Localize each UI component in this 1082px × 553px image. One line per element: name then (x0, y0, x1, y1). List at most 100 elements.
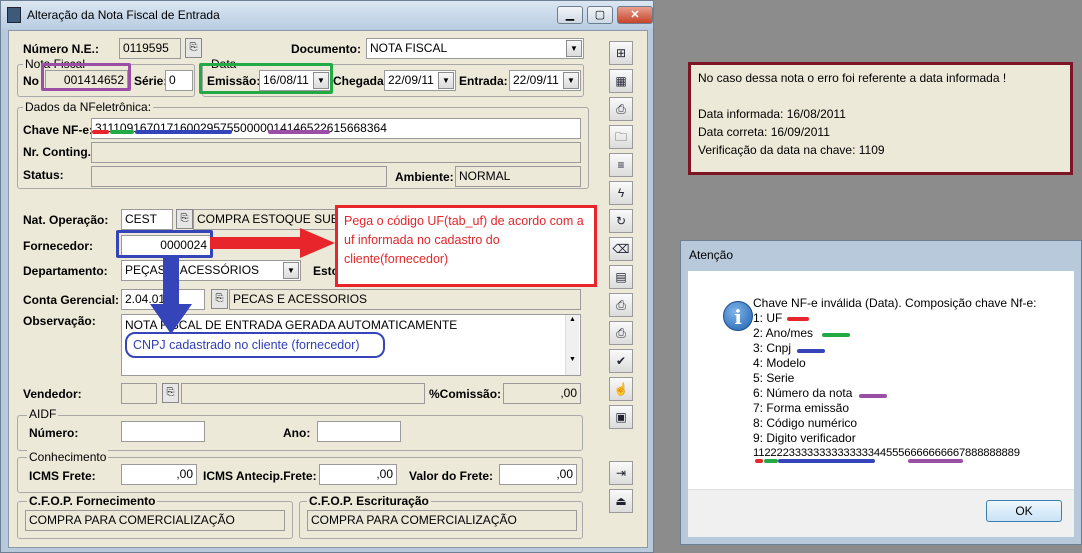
observacao-label: Observação: (23, 314, 96, 328)
print-icon[interactable]: ⎙ (609, 293, 633, 317)
entrada-field[interactable]: 22/09/11 ▼ (509, 70, 581, 91)
note-line-3: Data correta: 16/09/2011 (698, 125, 830, 139)
serie-label: Série: (134, 74, 168, 88)
icms-frete-field[interactable]: ,00 (121, 464, 197, 485)
chevron-down-icon[interactable]: ▼ (563, 72, 579, 89)
cnpj-marker (797, 349, 825, 353)
insert-row-icon[interactable]: ⊞ (609, 41, 633, 65)
valor-frete-field[interactable]: ,00 (499, 464, 577, 485)
chave-nfe-field[interactable]: 3111091670171600295755000001414652261566… (91, 118, 581, 139)
code-cnpj-marker (778, 459, 875, 463)
note-line-2: Data informada: 16/08/2011 (698, 107, 846, 121)
documento-select[interactable]: NOTA FISCAL ▼ (366, 38, 584, 59)
nfe-group-title: Dados da NFeletrônica: (23, 100, 154, 114)
documento-value: NOTA FISCAL (370, 41, 448, 55)
lookup-icon[interactable]: ⎘ (211, 289, 228, 309)
chevron-down-icon[interactable]: ▼ (566, 40, 582, 57)
chevron-down-icon[interactable]: ▼ (438, 72, 454, 89)
calculator-icon[interactable]: ▣ (609, 405, 633, 429)
chegada-label: Chegada: (333, 74, 388, 88)
down-arrow-icon (150, 256, 192, 334)
entrada-value: 22/09/11 (513, 73, 559, 87)
exit-icon[interactable]: ⏏ (609, 489, 633, 513)
code-anomes-marker (764, 459, 778, 463)
chevron-down-icon[interactable]: ▼ (283, 262, 299, 279)
valor-frete-label: Valor do Frete: (409, 469, 494, 483)
cnpj-underline (135, 130, 232, 134)
serie-field[interactable]: 0 (165, 70, 193, 91)
minimize-button[interactable]: ▁ (557, 6, 583, 24)
contingencia-label: Nr. Conting.: (23, 145, 95, 159)
aidf-ano-field[interactable] (317, 421, 401, 442)
annotation-data-box (199, 63, 333, 94)
vendedor-label: Vendedor: (23, 387, 82, 401)
dialog-message-text: Chave NF-e inválida (Data). Composição c… (753, 296, 1037, 310)
refresh-icon[interactable]: ↻ (609, 209, 633, 233)
fornecedor-label: Fornecedor: (23, 239, 94, 253)
entrada-label: Entrada: (459, 74, 508, 88)
dialog-item-4: 4: Modelo (753, 356, 806, 370)
lookup-icon[interactable]: ⎘ (162, 383, 179, 403)
print-alt-icon[interactable]: ⎙ (609, 321, 633, 345)
document-icon[interactable]: ▤ (609, 265, 633, 289)
note-line-4: Verificação da data na chave: 1109 (698, 143, 885, 157)
check-icon[interactable]: ✔ (609, 349, 633, 373)
title-bar: Alteração da Nota Fiscal de Entrada ▁ ▢ … (1, 1, 653, 29)
numero-marker (859, 394, 887, 398)
right-arrow-icon (210, 228, 335, 258)
hand-icon[interactable]: ☝ (609, 377, 633, 401)
maximize-button[interactable]: ▢ (587, 6, 613, 24)
status-label: Status: (23, 168, 64, 182)
dialog-item-7: 7: Forma emissão (753, 401, 850, 415)
contingencia-field[interactable] (91, 142, 581, 163)
scrollbar[interactable]: ▲ ▼ (565, 315, 579, 375)
list-icon[interactable]: ≡ (609, 153, 633, 177)
ambiente-label: Ambiente: (395, 170, 454, 184)
numero-ne-label: Número N.E.: (23, 42, 100, 56)
note-line-1: No caso dessa nota o erro foi referente … (698, 71, 1007, 85)
ok-button[interactable]: OK (986, 500, 1062, 522)
chegada-field[interactable]: 22/09/11 ▼ (384, 70, 456, 91)
cfop-escrit-title: C.F.O.P. Escrituração (307, 494, 431, 508)
folder-icon[interactable]: 🗀 (609, 125, 633, 149)
icms-antecip-field[interactable]: ,00 (319, 464, 397, 485)
chegada-value: 22/09/11 (388, 73, 434, 87)
uf-note: Pega o código UF(tab_uf) de acordo com a… (335, 205, 597, 287)
app-icon (7, 7, 21, 23)
natop-code-field[interactable]: CEST (121, 209, 173, 230)
dialog-footer: OK (688, 489, 1074, 537)
chave-label: Chave NF-e: (23, 123, 94, 137)
add-row-icon[interactable]: ⇥ (609, 461, 633, 485)
table-icon[interactable]: ▦ (609, 69, 633, 93)
lookup-icon[interactable]: ⎘ (176, 209, 193, 229)
vendedor-name-field[interactable] (181, 383, 425, 404)
cfop-escrit-field[interactable]: COMPRA PARA COMERCIALIZAÇÃO (307, 510, 577, 531)
numero-ne-field[interactable]: 0119595 (119, 38, 181, 59)
aidf-ano-label: Ano: (283, 426, 311, 440)
icms-frete-label: ICMS Frete: (29, 469, 96, 483)
lightning-icon[interactable]: ϟ (609, 181, 633, 205)
aidf-numero-label: Número: (29, 426, 79, 440)
comissao-field[interactable]: ,00 (503, 383, 581, 404)
trash-icon[interactable]: ⌫ (609, 237, 633, 261)
info-icon: i (723, 301, 753, 331)
status-field[interactable] (91, 166, 387, 187)
dialog-item-6: 6: Número da nota (753, 386, 853, 400)
dialog-item-3: 3: Cnpj (753, 341, 792, 355)
form-area: Número N.E.: 0119595 ⎘ Documento: NOTA F… (8, 30, 648, 548)
vendedor-code-field[interactable] (121, 383, 157, 404)
preview-icon[interactable]: ⎙ (609, 97, 633, 121)
conta-desc-field[interactable]: PECAS E ACESSORIOS (229, 289, 581, 310)
aidf-numero-field[interactable] (121, 421, 205, 442)
conhecimento-title: Conhecimento (27, 450, 109, 464)
cfop-fornec-field[interactable]: COMPRA PARA COMERCIALIZAÇÃO (25, 510, 285, 531)
anomes-marker (822, 333, 850, 337)
ambiente-field[interactable]: NORMAL (455, 166, 581, 187)
natop-label: Nat. Operação: (23, 213, 109, 227)
close-button[interactable]: ✕ (617, 6, 653, 24)
annotation-nota-box (41, 63, 131, 91)
dialog-item-9: 9: Digito verificador (753, 431, 856, 445)
uf-underline (92, 130, 109, 134)
code-numero-marker (908, 459, 963, 463)
lookup-icon[interactable]: ⎘ (185, 38, 202, 58)
